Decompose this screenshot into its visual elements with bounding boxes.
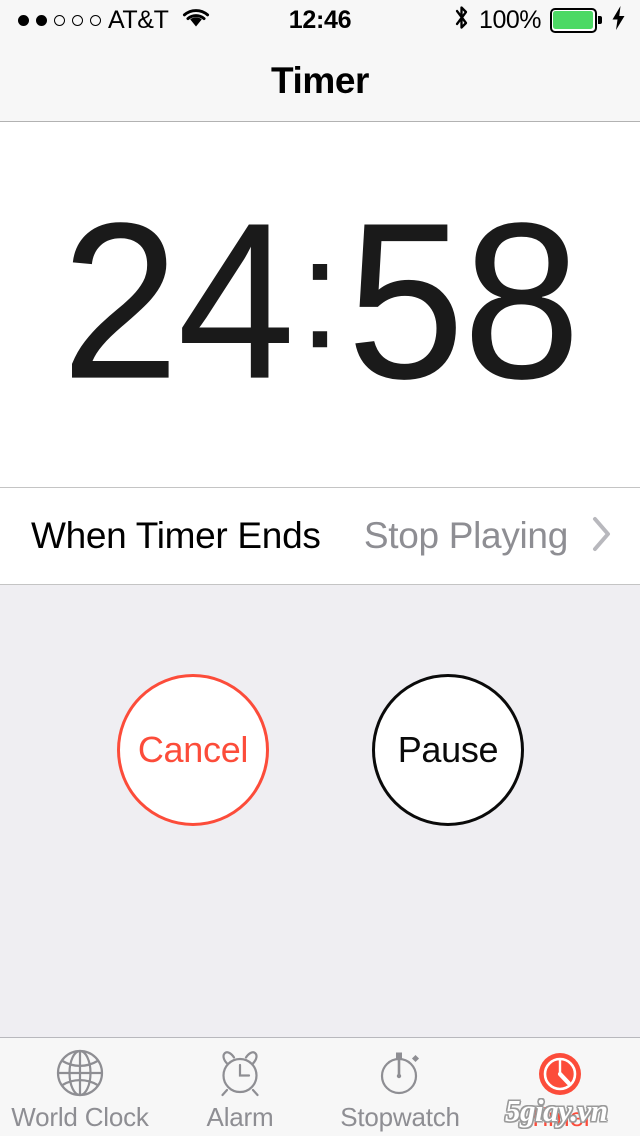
tab-label-world-clock: World Clock — [11, 1102, 149, 1132]
pause-button-label: Pause — [397, 729, 499, 770]
tab-alarm[interactable]: Alarm — [160, 1038, 320, 1136]
cancel-button[interactable]: Cancel — [117, 674, 269, 826]
navigation-bar: Timer — [0, 40, 640, 122]
globe-icon — [54, 1046, 106, 1100]
phone-screen: AT&T 12:46 100% Timer 24: 58 When Timer… — [0, 0, 640, 1136]
battery-cap — [598, 16, 602, 24]
tab-bar: World Clock Alarm Stopwatch Timer — [0, 1037, 640, 1136]
page-title: Timer — [270, 59, 370, 101]
chevron-right-icon — [592, 516, 612, 557]
lightning-bolt-icon — [611, 5, 626, 36]
timer-minutes: 24 — [61, 176, 295, 425]
battery-fill — [553, 10, 594, 29]
controls-panel — [0, 584, 640, 1037]
when-timer-ends-row[interactable]: When Timer Ends Stop Playing — [0, 488, 640, 584]
status-bar: AT&T 12:46 100% — [0, 0, 640, 40]
tab-label-timer: Timer — [527, 1102, 593, 1132]
tab-label-stopwatch: Stopwatch — [340, 1102, 460, 1132]
bluetooth-icon — [453, 4, 470, 36]
alarm-clock-icon — [214, 1046, 266, 1100]
when-timer-ends-value: Stop Playing — [363, 515, 568, 556]
timer-display-area: 24 : 58 — [0, 122, 640, 488]
tab-label-alarm: Alarm — [206, 1102, 274, 1132]
tab-stopwatch[interactable]: Stopwatch — [320, 1038, 480, 1136]
stopwatch-icon — [374, 1046, 426, 1100]
battery-icon — [550, 7, 602, 33]
tab-world-clock[interactable]: World Clock — [0, 1038, 160, 1136]
when-timer-ends-label: When Timer Ends — [31, 515, 321, 556]
timer-countdown: 24 : 58 — [61, 176, 581, 425]
status-bar-clock: 12:46 — [288, 5, 352, 34]
tab-timer[interactable]: Timer — [480, 1038, 640, 1136]
timer-colon: : — [299, 204, 341, 381]
timer-icon — [534, 1046, 586, 1100]
pause-button[interactable]: Pause — [372, 674, 524, 826]
battery-percentage-label: 100% — [479, 5, 541, 34]
cancel-button-label: Cancel — [137, 729, 249, 770]
timer-seconds: 58 — [346, 176, 581, 425]
status-bar-right: 100% — [453, 0, 626, 40]
